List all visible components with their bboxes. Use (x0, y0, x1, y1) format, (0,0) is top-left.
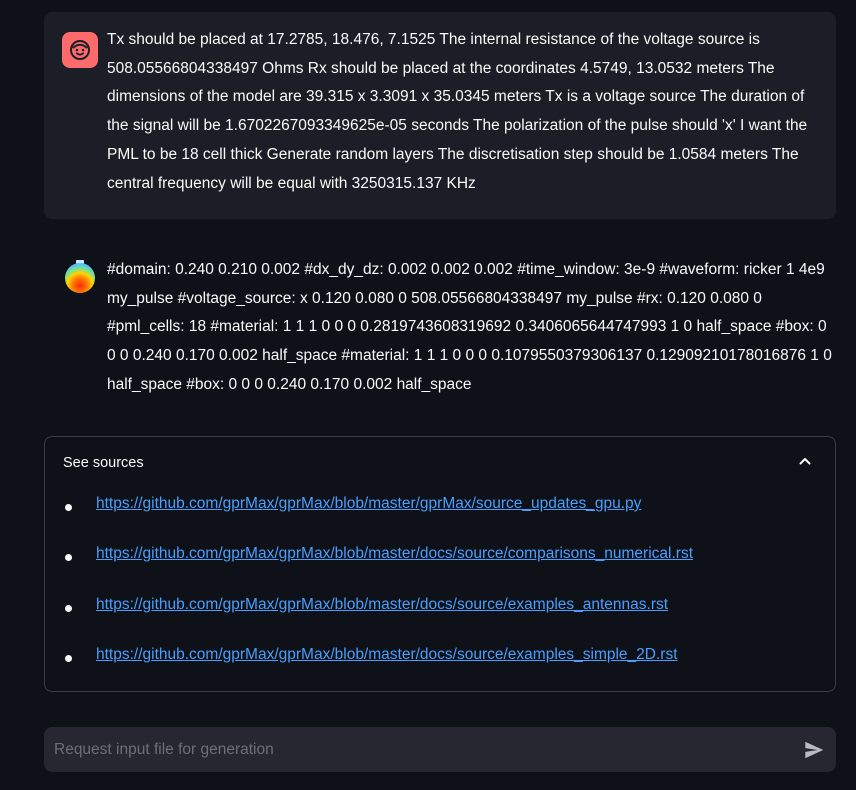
sources-list: https://github.com/gprMax/gprMax/blob/ma… (45, 495, 835, 696)
user-message: Tx should be placed at 17.2785, 18.476, … (44, 12, 836, 219)
bullet (65, 604, 72, 612)
source-link[interactable]: https://github.com/gprMax/gprMax/blob/ma… (96, 596, 668, 614)
source-item: https://github.com/gprMax/gprMax/blob/ma… (45, 495, 835, 545)
chat-input-bar (44, 727, 836, 772)
chat-input[interactable] (44, 727, 784, 772)
source-item: https://github.com/gprMax/gprMax/blob/ma… (45, 596, 835, 646)
gradient-orb-icon (65, 260, 95, 293)
sources-header[interactable]: See sources (63, 455, 144, 471)
assistant-message-text: #domain: 0.240 0.210 0.002 #dx_dy_dz: 0.… (107, 261, 832, 393)
source-link[interactable]: https://github.com/gprMax/gprMax/blob/ma… (96, 545, 693, 563)
user-avatar (62, 32, 98, 68)
bullet (65, 504, 72, 511)
sources-expander: See sources https://github.com/gprMax/gp… (44, 436, 836, 692)
send-icon (805, 741, 824, 759)
send-button[interactable] (802, 738, 826, 762)
chat-area: Tx should be placed at 17.2785, 18.476, … (0, 0, 856, 790)
bullet (65, 654, 72, 662)
smiley-face-icon (70, 40, 90, 60)
chevron-up-icon[interactable] (797, 453, 813, 469)
source-item: https://github.com/gprMax/gprMax/blob/ma… (45, 545, 835, 595)
bullet (65, 554, 72, 562)
user-message-text: Tx should be placed at 17.2785, 18.476, … (107, 31, 808, 192)
source-item: https://github.com/gprMax/gprMax/blob/ma… (45, 646, 835, 696)
source-link[interactable]: https://github.com/gprMax/gprMax/blob/ma… (96, 646, 678, 664)
assistant-message: #domain: 0.240 0.210 0.002 #dx_dy_dz: 0.… (44, 238, 836, 400)
source-link[interactable]: https://github.com/gprMax/gprMax/blob/ma… (96, 495, 641, 513)
assistant-avatar (62, 258, 98, 294)
